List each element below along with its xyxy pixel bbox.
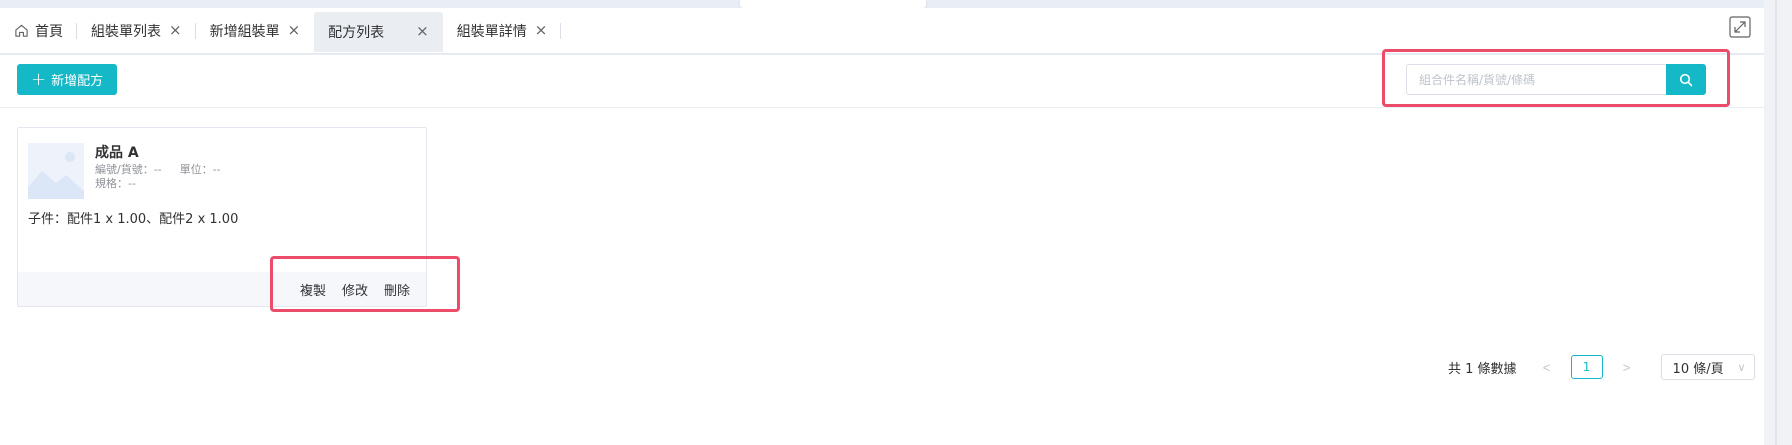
tab-bar: 首頁 組裝單列表 × 新增組裝單 × 配方列表 × 組裝單詳情 ×: [0, 8, 1764, 54]
card-footer: 複製 修改 刪除: [18, 272, 426, 306]
tab-recipe-list[interactable]: 配方列表 ×: [314, 11, 443, 52]
copy-button[interactable]: 複製: [300, 280, 326, 299]
fullscreen-icon[interactable]: [1728, 15, 1752, 39]
search-input[interactable]: [1406, 64, 1666, 95]
search-icon: [1679, 73, 1693, 86]
search-button[interactable]: [1666, 64, 1706, 95]
edit-button[interactable]: 修改: [342, 280, 368, 299]
page-size-value: 10 條/頁: [1672, 361, 1724, 377]
pagination: 共 1 條數據 < 1 > 10 條/頁 ∨: [1448, 354, 1755, 380]
scrollbar-gutter: [1764, 0, 1792, 445]
page-size-select[interactable]: 10 條/頁 ∨: [1660, 354, 1755, 380]
search-group: [1406, 64, 1706, 95]
close-icon[interactable]: ×: [169, 23, 182, 38]
popup-stub: [740, 0, 926, 8]
recipe-spec: 規格：--: [95, 177, 136, 190]
tab-home[interactable]: 首頁: [0, 12, 77, 50]
next-page-icon[interactable]: >: [1615, 360, 1639, 375]
delete-button[interactable]: 刪除: [384, 280, 410, 299]
recipe-card: 成品 A 編號/貨號：-- 單位：-- 規格：-- 子件：配件1 x 1.00、配…: [17, 127, 427, 307]
recipe-title: 成品 A: [95, 145, 139, 161]
chevron-down-icon: ∨: [1737, 360, 1746, 374]
tab-new-assembly[interactable]: 新增組裝單 ×: [196, 12, 315, 50]
recipe-children: 子件：配件1 x 1.00、配件2 x 1.00: [28, 212, 239, 227]
prev-page-icon[interactable]: <: [1535, 360, 1559, 375]
scrollbar[interactable]: [1775, 0, 1777, 445]
tab-assembly-detail[interactable]: 組裝單詳情 ×: [443, 12, 562, 50]
main-panel: + 新增配方 成品 A 編號/貨號：--單位：-- 規格：-- 子件：配件1 x…: [0, 49, 1764, 445]
pagination-total: 共 1 條數據: [1448, 361, 1517, 377]
tab-label: 首頁: [35, 23, 63, 40]
tab-label: 配方列表: [328, 24, 385, 41]
close-icon[interactable]: ×: [535, 23, 548, 38]
image-placeholder-icon: [28, 143, 84, 199]
add-recipe-label: 新增配方: [51, 74, 104, 89]
close-icon[interactable]: ×: [416, 24, 429, 39]
tab-label: 新增組裝單: [209, 23, 280, 40]
close-icon[interactable]: ×: [288, 23, 301, 38]
pagination-page-current[interactable]: 1: [1570, 355, 1603, 379]
add-recipe-button[interactable]: + 新增配方: [17, 64, 118, 95]
toolbar: + 新增配方: [0, 49, 1764, 108]
tab-label: 組裝單列表: [91, 23, 161, 40]
tab-label: 組裝單詳情: [456, 23, 527, 40]
tab-assembly-list[interactable]: 組裝單列表 ×: [77, 12, 196, 50]
home-icon: [15, 24, 28, 37]
recipe-unit: 單位：--: [179, 163, 221, 176]
plus-icon: +: [31, 68, 47, 90]
